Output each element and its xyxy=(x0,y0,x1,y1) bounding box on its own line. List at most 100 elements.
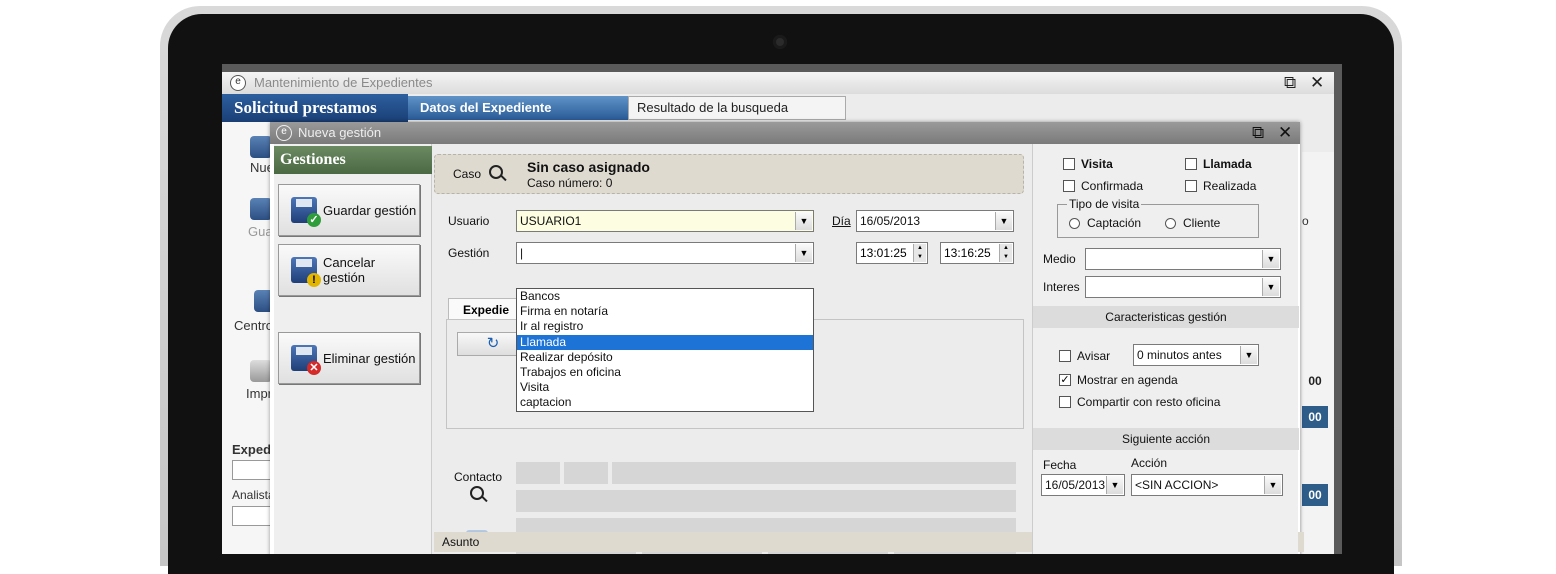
tab-resultado-busqueda[interactable]: Resultado de la busqueda xyxy=(628,96,846,120)
right-fragment-button[interactable]: 00 xyxy=(1302,406,1328,428)
usuario-label: Usuario xyxy=(448,214,490,228)
gestiones-panel: Gestiones ✓ Guardar gestión ! Cancelar g… xyxy=(274,144,432,554)
delete-gestion-label: Eliminar gestión xyxy=(323,350,416,366)
right-fragment-value: 00 xyxy=(1308,374,1322,388)
captacion-radio[interactable] xyxy=(1069,218,1080,229)
dia-date-picker[interactable]: 16/05/2013 ▼ xyxy=(856,210,1014,232)
caso-title: Sin caso asignado xyxy=(527,159,650,175)
back-window-titlebar: e Mantenimiento de Expedientes ⧉ ✕ xyxy=(222,72,1334,94)
dialog-restore-icon[interactable]: ⧉ xyxy=(1252,123,1264,143)
expediente-input[interactable] xyxy=(232,460,274,480)
usuario-select[interactable]: USUARIO1 ▼ xyxy=(516,210,814,232)
contact-field[interactable] xyxy=(516,462,560,484)
gestion-option[interactable]: Bancos xyxy=(517,289,813,304)
chevron-down-icon[interactable]: ▼ xyxy=(1240,346,1257,364)
interes-select[interactable]: ▼ xyxy=(1085,276,1281,298)
mostrar-agenda-checkbox[interactable]: ✓ xyxy=(1059,374,1071,386)
dia-value: 16/05/2013 xyxy=(860,214,921,228)
accion-value: <SIN ACCION> xyxy=(1135,478,1219,492)
contact-field[interactable] xyxy=(612,462,1016,484)
save-icon[interactable] xyxy=(250,198,272,220)
contact-field[interactable] xyxy=(516,490,1016,512)
nueva-gestion-dialog: e Nueva gestión ⧉ ✕ Gestiones ✓ Guardar … xyxy=(270,122,1304,554)
chevron-down-icon[interactable]: ▼ xyxy=(995,212,1012,230)
gestion-option[interactable]: Realizar depósito xyxy=(517,350,813,365)
webcam-icon xyxy=(773,35,787,49)
chevron-down-icon[interactable]: ▼ xyxy=(1264,476,1281,494)
dialog-logo-icon: e xyxy=(276,125,292,141)
usuario-value: USUARIO1 xyxy=(520,214,582,228)
gestion-option[interactable]: captacion xyxy=(517,395,813,410)
mostrar-agenda-label: Mostrar en agenda xyxy=(1077,373,1178,387)
compartir-label: Compartir con resto oficina xyxy=(1077,395,1221,409)
realizada-checkbox[interactable] xyxy=(1185,180,1197,192)
close-icon[interactable]: ✕ xyxy=(1310,73,1324,93)
confirmada-checkbox[interactable] xyxy=(1063,180,1075,192)
dialog-titlebar: e Nueva gestión ⧉ ✕ xyxy=(270,122,1300,144)
fecha-label: Fecha xyxy=(1043,458,1077,472)
cancel-gestion-button[interactable]: ! Cancelar gestión xyxy=(278,244,420,296)
siguiente-accion-header: Siguiente acción xyxy=(1033,428,1299,450)
accion-select[interactable]: <SIN ACCION> ▼ xyxy=(1131,474,1283,496)
chevron-down-icon[interactable]: ▼ xyxy=(1262,278,1279,296)
accion-label: Acción xyxy=(1131,456,1168,470)
gestion-option-selected[interactable]: Llamada xyxy=(517,334,813,350)
cliente-radio[interactable] xyxy=(1165,218,1176,229)
save-gestion-button[interactable]: ✓ Guardar gestión xyxy=(278,184,420,236)
caracteristicas-header: Caracteristicas gestión xyxy=(1033,306,1299,328)
caso-search-icon[interactable] xyxy=(489,165,503,179)
contacto-search-icon[interactable] xyxy=(470,486,484,500)
time-start-input[interactable]: 13:01:25 ▲ ▼ xyxy=(856,242,928,264)
tab-expediente[interactable]: Expedie xyxy=(448,298,518,320)
new-icon[interactable] xyxy=(250,136,272,158)
cliente-label: Cliente xyxy=(1183,216,1221,230)
gestion-option[interactable]: Firma en notaría xyxy=(517,304,813,319)
analista-label: Analista xyxy=(232,488,275,502)
fecha-value: 16/05/2013 xyxy=(1045,478,1106,492)
realizada-label: Realizada xyxy=(1203,179,1257,193)
right-fragment-button-2[interactable]: 00 xyxy=(1302,484,1328,506)
analista-input[interactable] xyxy=(232,506,274,526)
aviso-minutos-value: 0 minutos antes xyxy=(1137,348,1222,362)
chevron-down-icon[interactable]: ▼ xyxy=(795,212,812,230)
caso-label: Caso xyxy=(453,167,482,181)
caso-box: Caso Sin caso asignado Caso número: 0 xyxy=(434,154,1024,194)
contact-field[interactable] xyxy=(564,462,608,484)
gestion-main-panel: Caso Sin caso asignado Caso número: 0 Us… xyxy=(432,144,1032,554)
gestion-option[interactable]: Visita xyxy=(517,380,813,395)
dia-label: Día xyxy=(832,214,851,228)
tab-datos-expediente[interactable]: Datos del Expediente xyxy=(408,96,628,120)
save-gestion-label: Guardar gestión xyxy=(323,202,417,218)
printer-icon[interactable] xyxy=(250,360,272,382)
restore-icon[interactable]: ⧉ xyxy=(1284,73,1296,93)
contacto-label: Contacto xyxy=(454,470,503,484)
app-logo-icon: e xyxy=(230,75,246,91)
chevron-down-icon[interactable]: ▼ xyxy=(795,244,812,262)
module-header: Solicitud prestamos xyxy=(222,94,408,122)
sidebar-label-save: Gua xyxy=(248,224,273,239)
delete-gestion-button[interactable]: ✕ Eliminar gestión xyxy=(278,332,420,384)
chevron-down-icon[interactable]: ▼ xyxy=(1106,476,1123,494)
llamada-label: Llamada xyxy=(1203,157,1252,171)
avisar-checkbox[interactable] xyxy=(1059,350,1071,362)
aviso-minutos-select[interactable]: 0 minutos antes ▼ xyxy=(1133,344,1259,366)
gestion-option[interactable]: Trabajos en oficina xyxy=(517,365,813,380)
gestion-dropdown-list: Bancos Firma en notaría Ir al registro L… xyxy=(516,288,814,412)
dialog-close-icon[interactable]: ✕ xyxy=(1278,123,1292,143)
medio-select[interactable]: ▼ xyxy=(1085,248,1281,270)
compartir-checkbox[interactable] xyxy=(1059,396,1071,408)
llamada-checkbox[interactable] xyxy=(1185,158,1197,170)
asunto-label: Asunto xyxy=(442,535,480,549)
fecha-date-picker[interactable]: 16/05/2013 ▼ xyxy=(1041,474,1125,496)
tipo-visita-label: Tipo de visita xyxy=(1067,197,1142,211)
spinner-icon[interactable]: ▲ ▼ xyxy=(913,244,926,262)
sidebar-label-print: Impr xyxy=(246,386,272,401)
captacion-label: Captación xyxy=(1087,216,1142,230)
gestion-select[interactable]: | ▼ xyxy=(516,242,814,264)
interes-label: Interes xyxy=(1043,280,1080,294)
chevron-down-icon[interactable]: ▼ xyxy=(1262,250,1279,268)
visita-checkbox[interactable] xyxy=(1063,158,1075,170)
spinner-icon[interactable]: ▲ ▼ xyxy=(999,244,1012,262)
gestion-option[interactable]: Ir al registro xyxy=(517,319,813,334)
time-end-input[interactable]: 13:16:25 ▲ ▼ xyxy=(940,242,1014,264)
